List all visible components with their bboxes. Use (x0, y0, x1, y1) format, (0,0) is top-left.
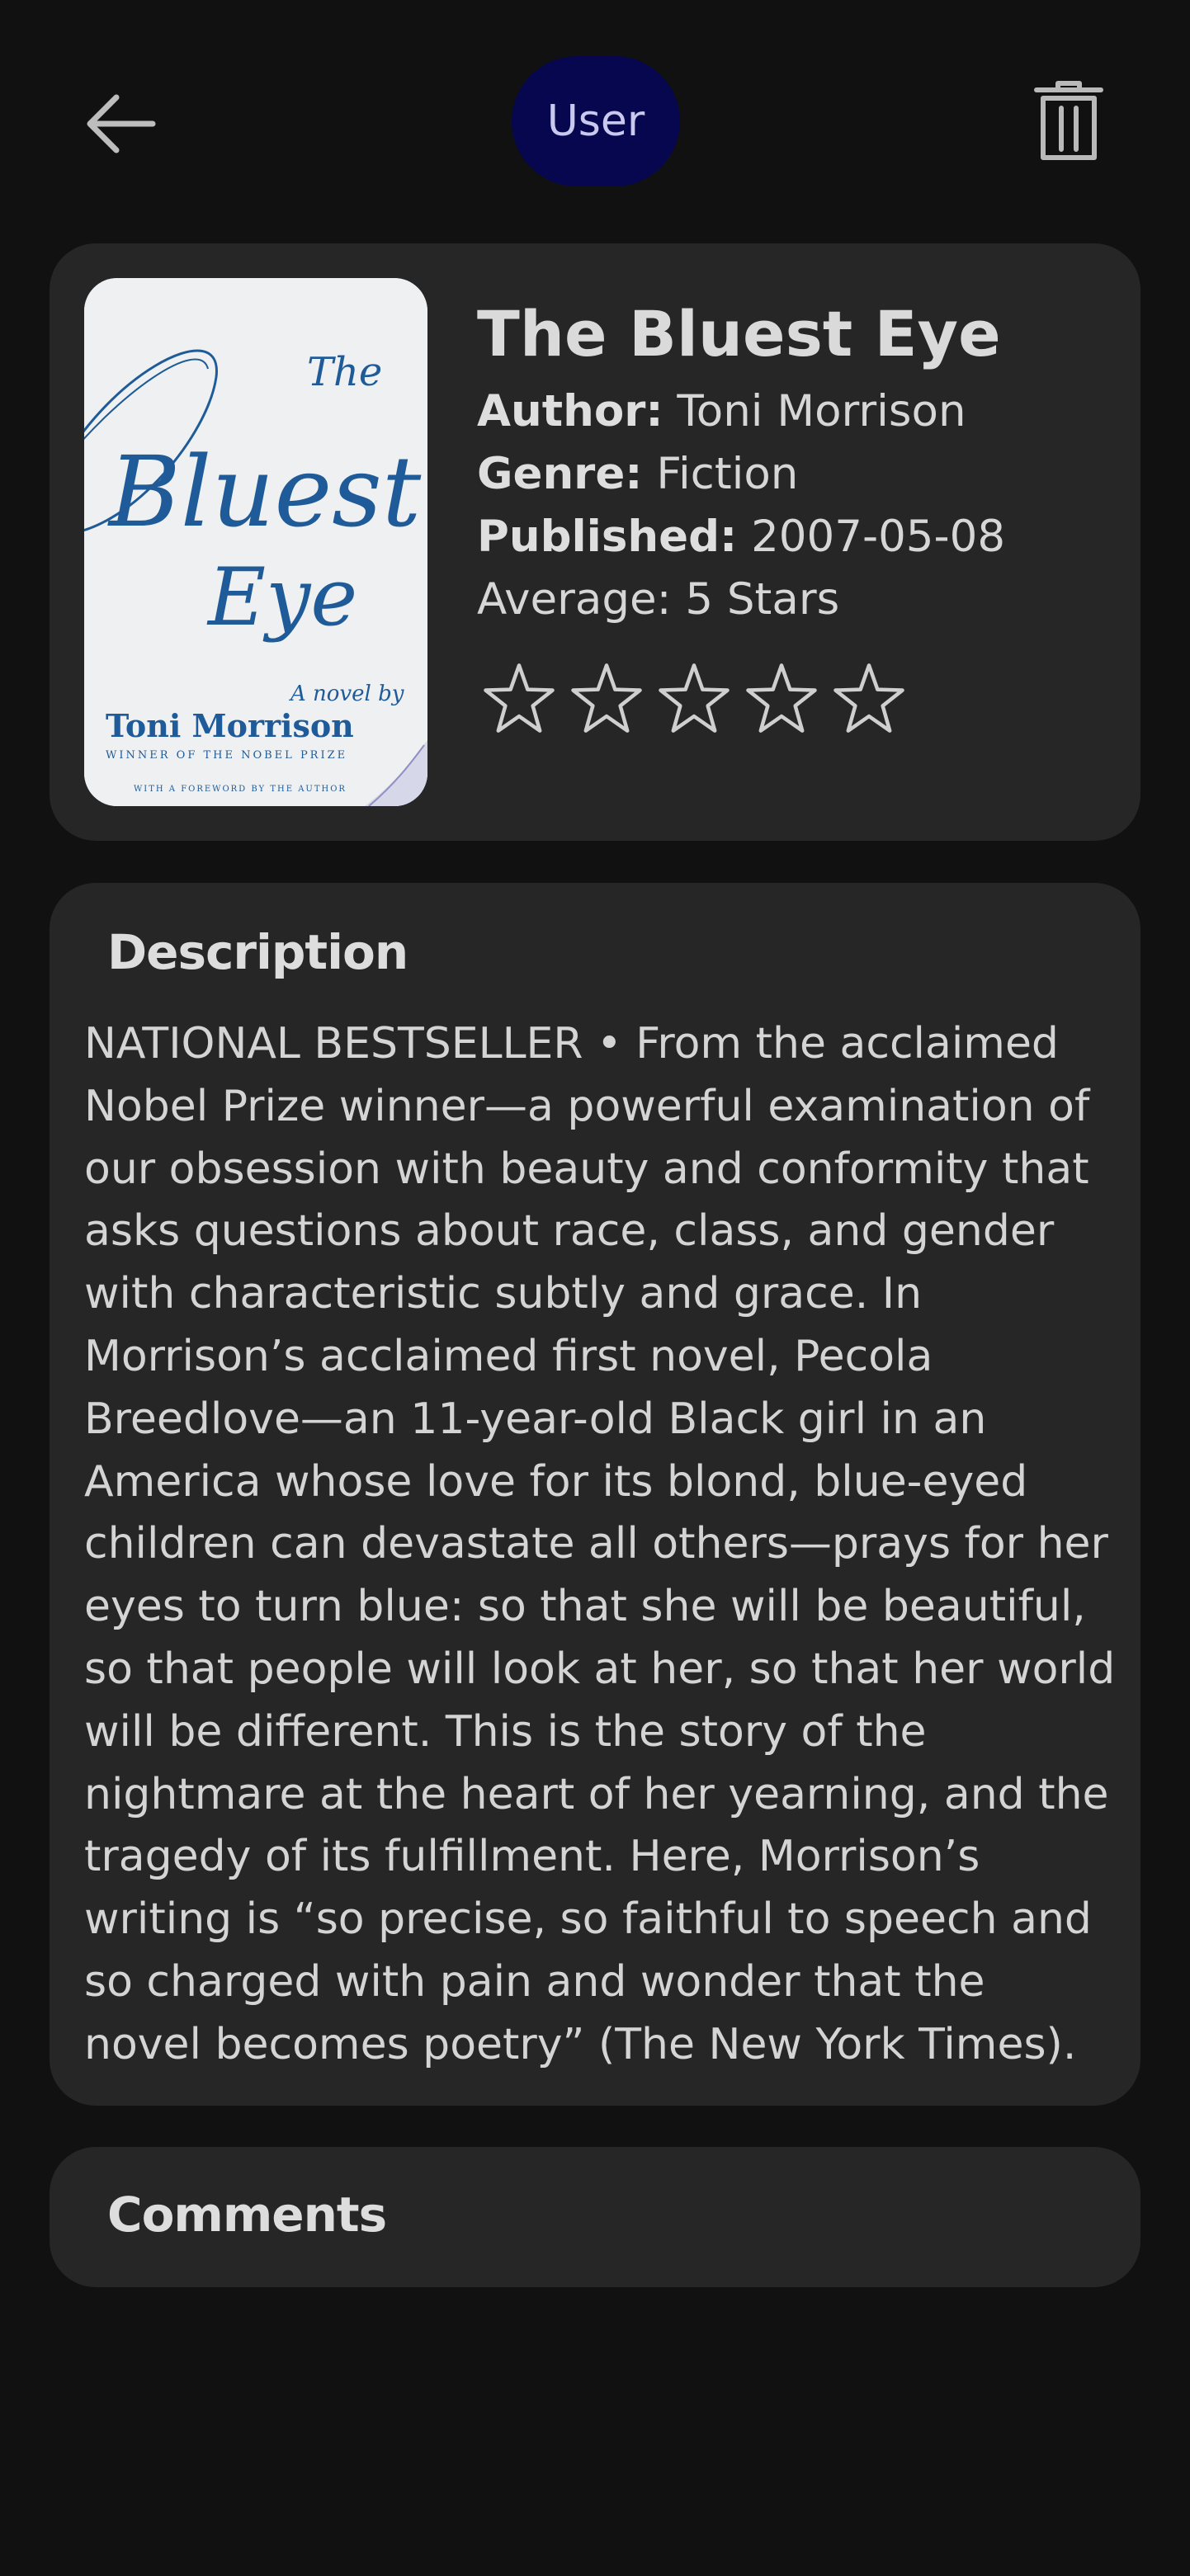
star-icon-1[interactable] (482, 661, 556, 735)
cover-title-word-3: Eye (206, 551, 357, 644)
star-icon-5[interactable] (832, 661, 906, 735)
book-details: The Bluest Eye Author: Toni Morrison Gen… (477, 293, 1104, 735)
cover-title-word-1: The (307, 349, 382, 395)
cover-footer: WITH A FOREWORD BY THE AUTHOR (134, 785, 347, 794)
cover-tagline: WINNER OF THE NOBEL PRIZE (106, 749, 347, 762)
cover-subtitle: A novel by (289, 682, 404, 706)
cover-title-word-2: Bluest (107, 435, 422, 549)
cover-art: The Bluest Eye A novel by Toni Morrison … (84, 278, 427, 806)
published-value: 2007-05-08 (751, 512, 1006, 562)
book-title: The Bluest Eye (477, 297, 1001, 370)
description-text: NATIONAL BESTSELLER • From the acclaimed… (84, 1019, 1116, 2069)
trash-icon (1034, 81, 1103, 160)
description-card: Description NATIONAL BESTSELLER • From t… (50, 883, 1140, 2106)
comments-card[interactable]: Comments (50, 2147, 1140, 2287)
star-icon-4[interactable] (744, 661, 819, 735)
back-button[interactable] (74, 83, 165, 165)
genre-label: Genre: (477, 449, 643, 499)
cover-author: Toni Morrison (106, 707, 354, 744)
published-label: Published: (477, 512, 738, 562)
user-label: User (546, 97, 645, 146)
user-button[interactable]: User (512, 56, 680, 186)
star-icon-3[interactable] (657, 661, 731, 735)
author-row: Author: Toni Morrison (477, 380, 1104, 443)
author-value: Toni Morrison (677, 386, 966, 436)
star-rating (482, 661, 1104, 735)
book-summary-card: The Bluest Eye A novel by Toni Morrison … (50, 243, 1140, 841)
genre-row: Genre: Fiction (477, 443, 1104, 506)
star-icon-2[interactable] (569, 661, 644, 735)
top-app-bar: User (0, 0, 1190, 239)
arrow-left-icon (87, 94, 156, 153)
comments-heading: Comments (107, 2187, 387, 2243)
book-cover-image: The Bluest Eye A novel by Toni Morrison … (84, 278, 427, 806)
average-rating-text: Average: 5 Stars (477, 574, 840, 625)
published-row: Published: 2007-05-08 (477, 506, 1104, 569)
delete-button[interactable] (1023, 76, 1114, 167)
genre-value: Fiction (656, 449, 799, 499)
author-label: Author: (477, 386, 663, 436)
description-heading: Description (107, 924, 408, 980)
